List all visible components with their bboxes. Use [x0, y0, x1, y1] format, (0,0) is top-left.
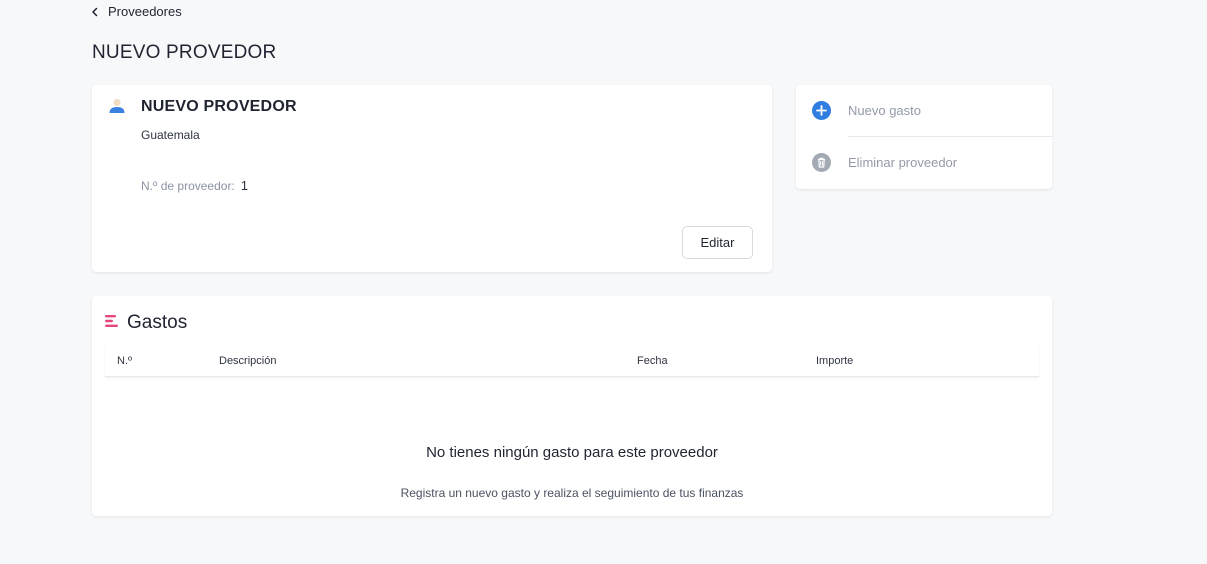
plus-circle-icon: [812, 101, 831, 120]
chevron-left-icon: [92, 7, 98, 16]
expenses-card: Gastos N.º Descripción Fecha Importe No …: [92, 296, 1052, 516]
expenses-title: Gastos: [127, 312, 188, 333]
edit-button[interactable]: Editar: [682, 226, 753, 259]
table-header: N.º Descripción Fecha Importe: [105, 345, 1039, 377]
list-icon: [105, 315, 118, 327]
column-header-description[interactable]: Descripción: [219, 355, 276, 367]
supplier-number: N.º de proveedor: 1: [141, 178, 248, 193]
delete-supplier-button[interactable]: Eliminar proveedor: [796, 137, 1052, 188]
column-header-number[interactable]: N.º: [117, 355, 132, 367]
column-header-date[interactable]: Fecha: [637, 355, 668, 367]
supplier-number-label: N.º de proveedor:: [141, 179, 235, 193]
delete-supplier-label: Eliminar proveedor: [848, 155, 958, 170]
new-expense-label: Nuevo gasto: [848, 103, 921, 118]
page-title: NUEVO PROVEDOR: [92, 42, 277, 63]
breadcrumb-label: Proveedores: [108, 4, 182, 19]
supplier-name: NUEVO PROVEDOR: [141, 98, 297, 115]
empty-state-subtitle: Registra un nuevo gasto y realiza el seg…: [400, 486, 744, 500]
user-icon: [109, 98, 125, 113]
column-header-amount[interactable]: Importe: [816, 355, 853, 367]
supplier-number-value: 1: [240, 178, 249, 193]
actions-card: Nuevo gasto Eliminar proveedor: [796, 85, 1052, 189]
new-expense-button[interactable]: Nuevo gasto: [796, 85, 1052, 136]
breadcrumb[interactable]: Proveedores: [90, 4, 182, 19]
empty-state-title: No tienes ningún gasto para este proveed…: [426, 444, 718, 461]
supplier-country: Guatemala: [141, 128, 200, 142]
trash-icon: [812, 153, 831, 172]
supplier-card: NUEVO PROVEDOR Guatemala N.º de proveedo…: [92, 85, 772, 272]
